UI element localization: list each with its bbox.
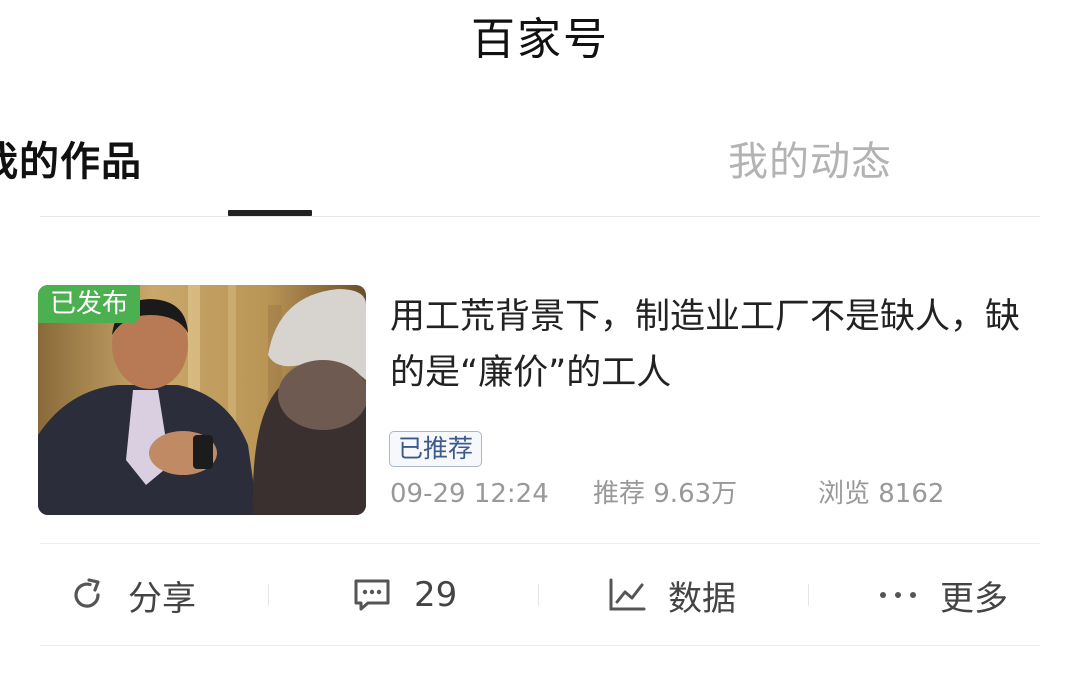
comment-count: 29 <box>414 575 458 615</box>
app-title: 百家号 <box>471 14 609 65</box>
tab-bar: 我的作品 我的动态 <box>0 120 1040 218</box>
publish-time: 09-29 12:24 <box>390 479 549 509</box>
chart-icon <box>609 578 646 611</box>
comment-icon <box>354 579 390 611</box>
more-dots-icon <box>880 592 916 598</box>
article-title[interactable]: 用工荒背景下，制造业工厂不是缺人，缺的是“廉价”的工人 <box>390 289 1030 401</box>
action-separator <box>268 584 269 606</box>
comment-button[interactable]: 29 <box>352 546 457 644</box>
recommended-badge: 已推荐 <box>389 431 483 467</box>
view-count: 浏览 8162 <box>818 479 945 509</box>
recommend-count: 推荐 9.63万 <box>593 479 738 509</box>
tab-my-works[interactable]: 我的作品 <box>0 134 310 190</box>
share-label: 分享 <box>128 578 196 619</box>
tab-my-activity[interactable]: 我的动态 <box>580 134 1040 190</box>
more-label: 更多 <box>940 578 1008 619</box>
action-separator <box>808 584 809 606</box>
share-button[interactable]: 分享 <box>68 546 196 644</box>
published-tag: 已发布 <box>38 285 141 323</box>
more-button[interactable]: 更多 <box>878 546 1008 644</box>
tabs-divider <box>40 216 1040 217</box>
article-thumbnail[interactable]: 已发布 <box>38 285 366 515</box>
action-bar: 分享 29 数据 更多 <box>40 546 1040 644</box>
share-icon <box>74 578 100 608</box>
bottom-divider <box>40 645 1040 646</box>
data-button[interactable]: 数据 <box>608 546 736 644</box>
card-divider <box>40 543 1040 544</box>
data-label: 数据 <box>668 578 736 619</box>
action-separator <box>538 584 539 606</box>
